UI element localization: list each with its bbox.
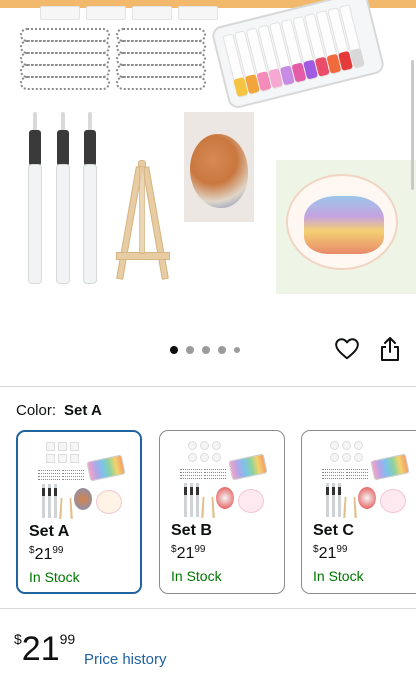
- color-selection-row: Color: Set A: [16, 402, 102, 419]
- painted-stone: [190, 134, 248, 208]
- variant-stock-status: In Stock: [171, 568, 222, 584]
- variant-price: $2199: [171, 544, 206, 562]
- price-fraction: 99: [59, 631, 76, 647]
- acrylic-blank: [86, 6, 126, 20]
- variant-card-set-a[interactable]: Set A $2199 In Stock: [16, 430, 142, 594]
- water-brush-pen: [56, 112, 70, 284]
- image-pagination-dots[interactable]: [170, 345, 240, 355]
- price-whole: 21: [21, 630, 60, 668]
- acrylic-blank: [40, 6, 80, 20]
- variant-thumbnail: [312, 437, 416, 519]
- pagination-dot-active[interactable]: [170, 346, 178, 354]
- section-divider: [0, 608, 416, 609]
- water-brush-pen: [83, 112, 97, 284]
- variant-price: $2199: [29, 545, 64, 563]
- color-selected-value: Set A: [64, 402, 102, 419]
- pagination-dot[interactable]: [186, 346, 194, 354]
- variant-name: Set B: [171, 522, 212, 539]
- ball-chains-right: [116, 28, 208, 100]
- variant-stock-status: In Stock: [29, 569, 80, 585]
- ball-chain: [116, 76, 206, 90]
- variant-card-set-b[interactable]: Set B $2199 In Stock: [159, 430, 285, 594]
- pagination-dot[interactable]: [218, 346, 226, 354]
- price-history-link[interactable]: Price history: [84, 651, 167, 668]
- painted-cake: [304, 196, 384, 254]
- variant-price: $2199: [313, 544, 348, 562]
- variant-thumbnail: [28, 438, 134, 520]
- acrylic-blank: [132, 6, 172, 20]
- color-label: Color:: [16, 402, 57, 419]
- marker-case: [210, 0, 386, 111]
- product-price: $2199: [14, 630, 75, 669]
- acrylic-blank: [178, 6, 218, 20]
- pagination-dot[interactable]: [202, 346, 210, 354]
- price-currency: $: [14, 631, 22, 647]
- variant-card-set-c[interactable]: Set C $2199 In Stock: [301, 430, 416, 594]
- variant-name: Set C: [313, 522, 354, 539]
- variant-thumbnail: [170, 437, 276, 519]
- ball-chains-left: [20, 28, 112, 100]
- section-divider: [0, 386, 416, 387]
- variant-name: Set A: [29, 523, 70, 540]
- variant-swatch-list[interactable]: Set A $2199 In Stock Set B $2199 In Stoc…: [0, 430, 416, 596]
- page-scrollbar[interactable]: [411, 60, 414, 190]
- painted-keychain-image: [276, 160, 416, 294]
- water-brush-pen: [28, 112, 42, 284]
- wooden-easel: [108, 160, 178, 282]
- product-image-gallery[interactable]: [0, 0, 416, 320]
- heart-icon[interactable]: [334, 336, 360, 362]
- acrylic-blanks: [40, 6, 222, 22]
- painted-keychain: [286, 174, 398, 270]
- share-icon[interactable]: [378, 336, 402, 362]
- ball-chain: [20, 76, 110, 90]
- pagination-dot[interactable]: [234, 347, 240, 353]
- painted-stone-image: [184, 112, 254, 222]
- variant-stock-status: In Stock: [313, 568, 364, 584]
